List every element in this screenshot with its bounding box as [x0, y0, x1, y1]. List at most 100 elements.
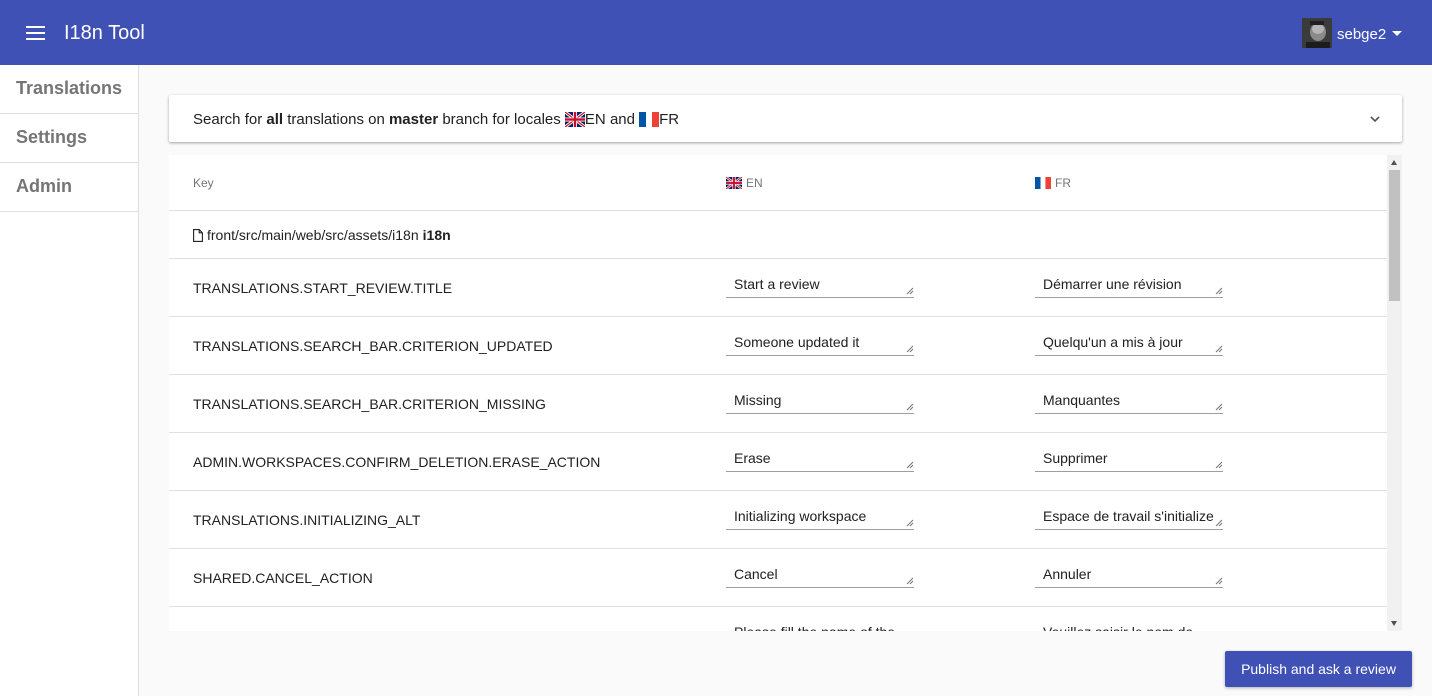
column-header-en: EN	[726, 176, 763, 190]
translation-input-fr[interactable]: Supprimer	[1035, 444, 1223, 472]
scroll-down-arrow-icon[interactable]	[1391, 621, 1397, 626]
app-title: I18n Tool	[64, 22, 145, 44]
resize-grip-icon[interactable]	[906, 403, 914, 411]
translation-text-fr: Démarrer une révision	[1043, 276, 1182, 292]
bundle-file-path: front/src/main/web/src/assets/i18n i18n	[193, 227, 451, 243]
translation-input-en[interactable]: Start a review	[726, 270, 914, 298]
table-row: ADMIN.WORKSPACES.CONFIRM_DELETION.PLEASE…	[169, 607, 1387, 631]
publish-review-button[interactable]: Publish and ask a review	[1225, 651, 1412, 687]
column-header-en-label: EN	[746, 176, 763, 190]
resize-grip-icon[interactable]	[1215, 577, 1223, 585]
search-prefix: Search for	[193, 111, 263, 128]
search-branch: master	[388, 111, 439, 128]
translations-table: Key EN FR front/src/main/web/src/assets/…	[169, 155, 1402, 631]
resize-grip-icon[interactable]	[906, 345, 914, 353]
translation-text-fr: Espace de travail s'initialize	[1043, 508, 1214, 524]
translation-key: ADMIN.WORKSPACES.CONFIRM_DELETION.ERASE_…	[193, 454, 601, 470]
sidebar-item-translations[interactable]: Translations	[0, 65, 138, 114]
france-flag-icon	[1035, 177, 1051, 189]
search-criteria-panel[interactable]: Search for all translations on master br…	[169, 95, 1402, 142]
column-header-key-label: Key	[193, 176, 214, 190]
resize-grip-icon[interactable]	[906, 577, 914, 585]
search-scope: all	[266, 111, 284, 128]
table-row: TRANSLATIONS.SEARCH_BAR.CRITERION_UPDATE…	[169, 317, 1387, 375]
translation-input-en[interactable]: Initializing workspace	[726, 502, 914, 530]
column-header-fr: FR	[1035, 176, 1071, 190]
translation-text-fr: Manquantes	[1043, 392, 1121, 408]
menu-button[interactable]	[20, 20, 52, 46]
translation-text-en: Cancel	[734, 566, 778, 582]
table-header: Key EN FR	[169, 155, 1387, 211]
column-header-key: Key	[193, 176, 214, 190]
translation-input-fr[interactable]: Annuler	[1035, 560, 1223, 588]
resize-grip-icon[interactable]	[906, 461, 914, 469]
translation-text-fr: Quelqu'un a mis à jour	[1043, 334, 1183, 350]
resize-grip-icon[interactable]	[1215, 461, 1223, 469]
search-and: and	[609, 111, 635, 128]
table-row: TRANSLATIONS.START_REVIEW.TITLE Start a r…	[169, 259, 1387, 317]
search-locale-fr: FR	[659, 111, 680, 128]
table-row: ADMIN.WORKSPACES.CONFIRM_DELETION.ERASE_…	[169, 433, 1387, 491]
app-toolbar: I18n Tool sebge2	[0, 0, 1432, 65]
translation-input-fr[interactable]: Espace de travail s'initialize	[1035, 502, 1223, 530]
sidebar-item-admin[interactable]: Admin	[0, 163, 138, 212]
chevron-down-icon[interactable]	[1370, 114, 1380, 124]
search-suffix: branch for locales	[442, 111, 561, 128]
translation-input-en[interactable]: Erase	[726, 444, 914, 472]
translation-input-en[interactable]: Please fill the name of the	[726, 618, 914, 631]
translation-input-fr[interactable]: Veuillez saisir le nom de	[1035, 618, 1223, 631]
translation-text-en: Erase	[734, 450, 771, 466]
translation-text-en: Start a review	[734, 276, 820, 292]
resize-grip-icon[interactable]	[906, 287, 914, 295]
translation-text-en: Someone updated it	[734, 334, 860, 350]
translation-text-fr: Veuillez saisir le nom de	[1043, 624, 1221, 631]
search-locale-en: EN	[584, 111, 606, 128]
resize-grip-icon[interactable]	[1215, 287, 1223, 295]
menu-icon-bar	[26, 26, 45, 28]
translation-input-en[interactable]: Someone updated it	[726, 328, 914, 356]
translation-input-fr[interactable]: Quelqu'un a mis à jour	[1035, 328, 1223, 356]
bundle-name: i18n	[422, 227, 451, 243]
translation-input-fr[interactable]: Manquantes	[1035, 386, 1223, 414]
translation-key: TRANSLATIONS.START_REVIEW.TITLE	[193, 280, 453, 296]
translation-input-en[interactable]: Missing	[726, 386, 914, 414]
search-summary: Search for all translations on master br…	[193, 111, 679, 128]
sidebar-item-settings[interactable]: Settings	[0, 114, 138, 163]
avatar	[1302, 18, 1332, 48]
scroll-up-arrow-icon[interactable]	[1391, 160, 1397, 165]
table-scrollbar[interactable]	[1387, 155, 1402, 631]
sidebar: Translations Settings Admin	[0, 65, 139, 696]
username: sebge2	[1337, 26, 1387, 43]
bundle-path-text: front/src/main/web/src/assets/i18n	[207, 227, 419, 243]
resize-grip-icon[interactable]	[1215, 403, 1223, 411]
table-row: TRANSLATIONS.INITIALIZING_ALT Initializin…	[169, 491, 1387, 549]
france-flag-icon	[639, 112, 660, 127]
resize-grip-icon[interactable]	[1215, 519, 1223, 527]
translation-text-en: Initializing workspace	[734, 508, 867, 524]
uk-flag-icon	[564, 112, 585, 127]
table-row: TRANSLATIONS.SEARCH_BAR.CRITERION_MISSIN…	[169, 375, 1387, 433]
translation-key: TRANSLATIONS.INITIALIZING_ALT	[193, 512, 421, 528]
resize-grip-icon[interactable]	[1215, 345, 1223, 353]
translation-key: SHARED.CANCEL_ACTION	[193, 570, 373, 586]
translation-text-en: Please fill the name of the	[734, 624, 912, 631]
scrollbar-thumb[interactable]	[1389, 170, 1400, 301]
menu-icon-bar	[26, 32, 45, 34]
file-icon	[193, 228, 203, 242]
menu-icon-bar	[26, 38, 45, 40]
bundle-group-row: front/src/main/web/src/assets/i18n i18n	[169, 211, 1387, 259]
resize-grip-icon[interactable]	[906, 519, 914, 527]
search-mid: translations on	[287, 111, 385, 128]
translation-key: ADMIN.WORKSPACES.CONFIRM_DELETION.PLEASE	[193, 628, 547, 631]
table-row: SHARED.CANCEL_ACTION Cancel Annuler	[169, 549, 1387, 607]
translation-key: TRANSLATIONS.SEARCH_BAR.CRITERION_UPDATE…	[193, 338, 553, 354]
translation-text-en: Missing	[734, 392, 782, 408]
translation-input-en[interactable]: Cancel	[726, 560, 914, 588]
uk-flag-icon	[726, 177, 742, 189]
translation-text-fr: Supprimer	[1043, 450, 1108, 466]
translation-key: TRANSLATIONS.SEARCH_BAR.CRITERION_MISSIN…	[193, 396, 546, 412]
translation-text-fr: Annuler	[1043, 566, 1092, 582]
caret-down-icon	[1392, 31, 1402, 36]
translation-input-fr[interactable]: Démarrer une révision	[1035, 270, 1223, 298]
column-header-fr-label: FR	[1055, 176, 1071, 190]
